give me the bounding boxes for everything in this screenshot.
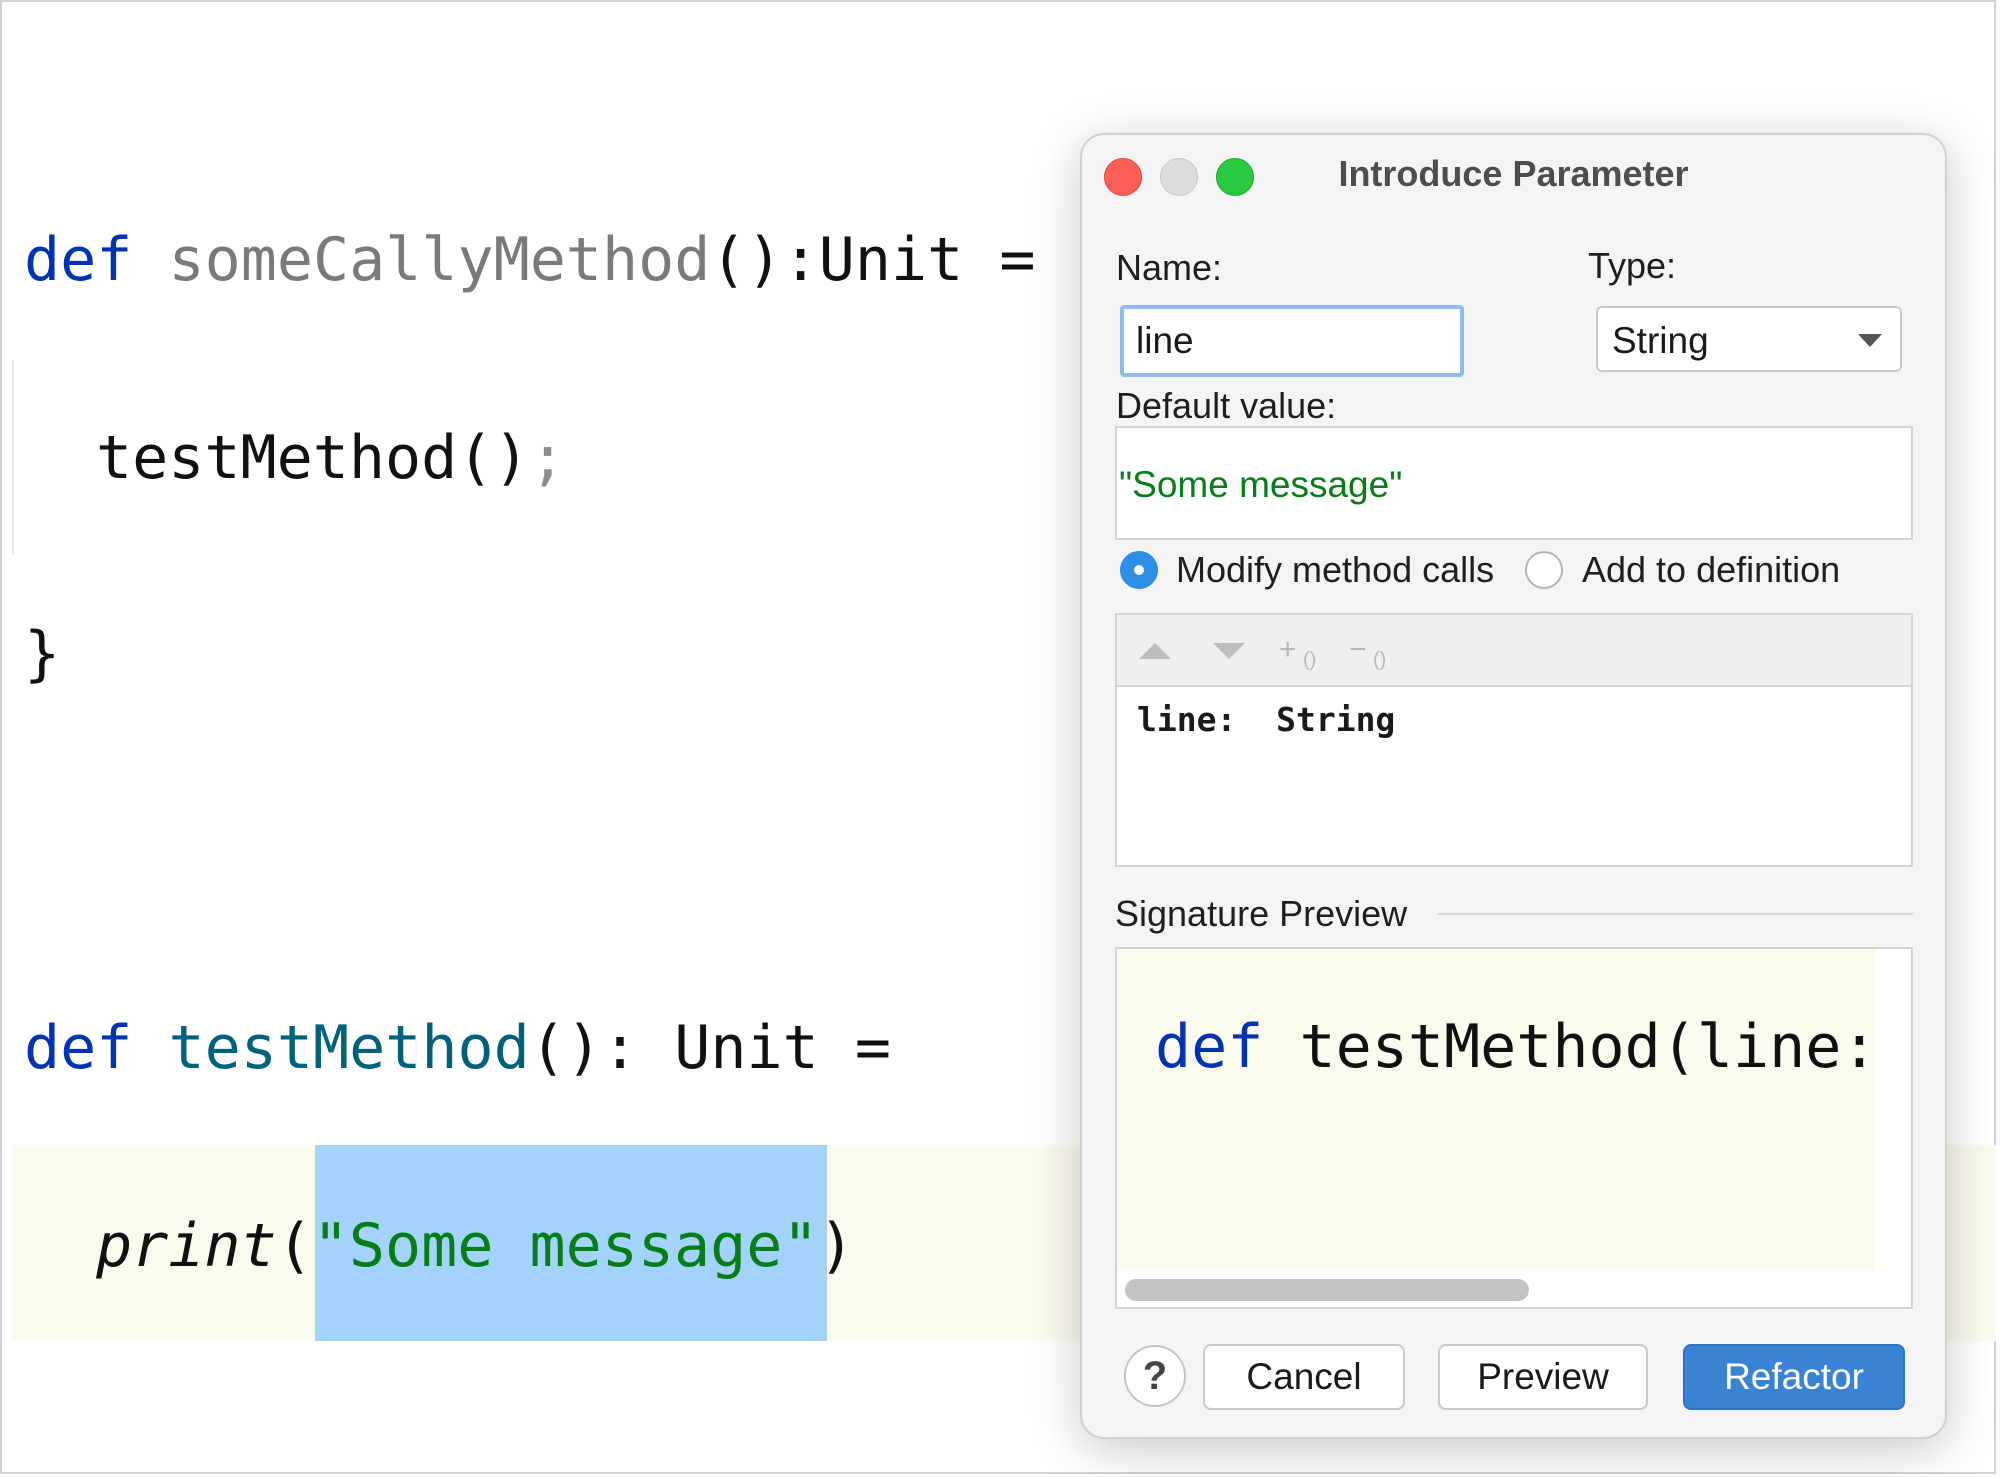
separator [1438, 913, 1913, 915]
signature-text: testMethod(line: [1299, 1012, 1878, 1082]
type-label: Type: [1588, 245, 1677, 286]
block-guide-line [12, 360, 14, 555]
keyword-def: def [24, 225, 133, 295]
add-parameter-icon[interactable]: +() [1279, 633, 1319, 671]
type-dropdown-value: String [1612, 320, 1709, 361]
open-paren: ( [276, 1211, 313, 1281]
horizontal-scrollbar[interactable] [1125, 1279, 1529, 1301]
closing-brace: } [24, 619, 61, 689]
param-type: String [1276, 700, 1396, 739]
signature-preview-label: Signature Preview [1115, 893, 1408, 934]
move-down-icon[interactable] [1213, 643, 1245, 659]
signature-preview-background [1117, 949, 1875, 1271]
code-line-2[interactable]: testMethod(); [96, 428, 566, 488]
name-label: Name: [1116, 247, 1223, 288]
close-paren: ) [818, 1211, 855, 1281]
signature-code: def testMethod(line: [1155, 1017, 1877, 1077]
code-line-1[interactable]: def someCallyMethod():Unit = [24, 230, 1035, 290]
signature-preview-panel: def testMethod(line: [1115, 947, 1913, 1309]
method-name: someCallyMethod [168, 225, 711, 295]
radio-modify-label[interactable]: Modify method calls [1176, 549, 1494, 591]
keyword-def: def [1155, 1012, 1264, 1082]
code-line-3[interactable]: } [24, 624, 60, 684]
name-input[interactable] [1120, 305, 1464, 377]
code-line-5[interactable]: print("Some message") [96, 1216, 855, 1276]
refactor-button[interactable]: Refactor [1683, 1344, 1905, 1410]
print-function: print [96, 1211, 277, 1281]
preview-button[interactable]: Preview [1438, 1344, 1648, 1410]
radio-add-to-definition[interactable] [1525, 551, 1563, 589]
method-name: testMethod [168, 1013, 530, 1083]
parameters-toolbar: +() −() [1117, 615, 1911, 687]
help-button[interactable]: ? [1124, 1345, 1186, 1407]
radio-modify-method-calls[interactable] [1120, 551, 1158, 589]
default-value-text: "Some message" [1119, 464, 1403, 505]
dialog-title: Introduce Parameter [1338, 153, 1689, 194]
type-dropdown[interactable]: String [1596, 306, 1902, 372]
method-call: testMethod() [96, 423, 530, 493]
default-value-label: Default value: [1116, 385, 1337, 426]
cancel-button[interactable]: Cancel [1203, 1344, 1405, 1410]
chevron-down-icon [1858, 334, 1882, 347]
string-literal: "Some message" [312, 1211, 819, 1281]
default-value-field[interactable]: "Some message" [1115, 426, 1913, 540]
code-line-4[interactable]: def testMethod(): Unit = [24, 1018, 891, 1078]
method-signature-rest: (): Unit = [529, 1013, 891, 1083]
introduce-parameter-dialog: Introduce Parameter Name: Type: String D… [1080, 133, 1947, 1439]
move-up-icon[interactable] [1139, 643, 1171, 659]
keyword-def: def [24, 1013, 133, 1083]
table-row[interactable]: line: String [1137, 700, 1395, 739]
method-signature-rest: ():Unit = [710, 225, 1036, 295]
radio-add-label[interactable]: Add to definition [1582, 549, 1840, 591]
parameters-table: +() −() line: String [1115, 613, 1913, 867]
param-name: line: [1137, 700, 1237, 739]
remove-parameter-icon[interactable]: −() [1349, 633, 1389, 671]
semicolon: ; [529, 423, 566, 493]
